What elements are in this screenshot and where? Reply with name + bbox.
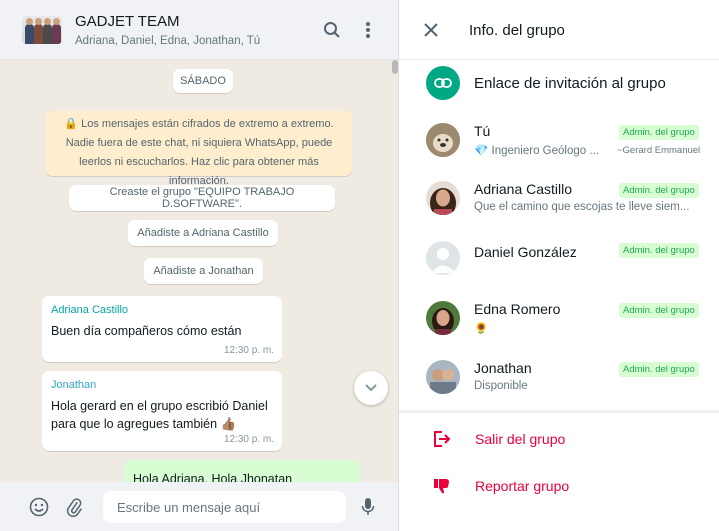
- admin-badge: Admin. del grupo: [619, 125, 699, 140]
- member-row[interactable]: Adriana Castillo Que el camino que escoj…: [399, 181, 719, 239]
- admin-badge: Admin. del grupo: [619, 183, 699, 198]
- close-icon[interactable]: [421, 20, 441, 40]
- member-name: Adriana Castillo: [474, 181, 573, 197]
- group-avatar[interactable]: [22, 16, 62, 44]
- message-list[interactable]: SÁBADO 🔒 Los mensajes están cifrados de …: [0, 60, 398, 482]
- search-icon[interactable]: [320, 18, 344, 42]
- menu-dots-icon[interactable]: [356, 18, 380, 42]
- member-name: Tú: [474, 123, 491, 139]
- member-row[interactable]: Edna Romero 🌻 Admin. del grupo: [399, 301, 719, 359]
- avatar: [426, 181, 460, 215]
- chat-pane: GADJET TEAM Adriana, Daniel, Edna, Jonat…: [0, 0, 398, 531]
- system-message: Creaste el grupo "EQUIPO TRABAJO D.SOFTW…: [69, 185, 335, 211]
- member-status: 💎 Ingeniero Geólogo ...: [474, 145, 599, 157]
- member-name: Jonathan: [474, 360, 532, 376]
- message-bubble[interactable]: Adriana Castillo Buen día compañeros cóm…: [42, 296, 282, 362]
- report-group-button[interactable]: Reportar grupo: [399, 466, 719, 506]
- group-participants: Adriana, Daniel, Edna, Jonathan, Tú: [75, 35, 261, 47]
- admin-badge: Admin. del grupo: [619, 243, 699, 258]
- member-row[interactable]: Jonathan Disponible Admin. del grupo: [399, 360, 719, 418]
- system-message: Añadiste a Jonathan: [144, 258, 263, 284]
- avatar: [426, 123, 460, 157]
- chat-header[interactable]: GADJET TEAM Adriana, Daniel, Edna, Jonat…: [0, 0, 398, 60]
- member-status: Disponible: [474, 380, 528, 392]
- attach-clip-icon[interactable]: [64, 497, 84, 517]
- member-row[interactable]: Daniel González Admin. del grupo: [399, 241, 719, 299]
- message-time: 12:30 p. m.: [223, 434, 274, 445]
- report-group-label: Reportar grupo: [475, 478, 570, 494]
- message-sender[interactable]: Jonathan: [51, 379, 273, 391]
- info-title: Info. del grupo: [469, 22, 565, 39]
- group-info-pane: Info. del grupo Enlace de invitación al …: [398, 0, 719, 531]
- invite-link-label: Enlace de invitación al grupo: [474, 75, 666, 92]
- invite-link-row[interactable]: Enlace de invitación al grupo: [399, 60, 719, 116]
- admin-badge: Admin. del grupo: [619, 303, 699, 318]
- member-pushname: ~Gerard Emmanuel: [617, 145, 701, 156]
- member-row[interactable]: Tú 💎 Ingeniero Geólogo ... Admin. del gr…: [399, 123, 719, 181]
- member-name: Daniel González: [474, 244, 577, 260]
- avatar: [426, 301, 460, 335]
- member-name: Edna Romero: [474, 301, 561, 317]
- scroll-down-button[interactable]: [354, 371, 388, 405]
- day-divider: SÁBADO: [173, 69, 233, 93]
- group-name[interactable]: GADJET TEAM: [75, 13, 179, 30]
- member-status: 🌻: [474, 323, 489, 335]
- info-header: Info. del grupo: [399, 0, 719, 60]
- avatar: [426, 360, 460, 394]
- exit-icon: [432, 429, 452, 449]
- system-message: Añadiste a Adriana Castillo: [128, 220, 278, 246]
- default-avatar-icon: [426, 241, 460, 275]
- composer-bar: [0, 482, 398, 531]
- member-status: Que el camino que escojas te lleve siem.…: [474, 201, 690, 213]
- exit-group-label: Salir del grupo: [475, 431, 566, 447]
- chevron-down-icon: [365, 384, 377, 392]
- message-text: Hola gerard en el grupo escribió Daniel …: [51, 399, 268, 431]
- message-text: Buen día compañeros cómo están: [51, 324, 242, 338]
- group-actions: Salir del grupo Reportar grupo: [399, 413, 719, 531]
- exit-group-button[interactable]: Salir del grupo: [399, 419, 719, 459]
- admin-badge: Admin. del grupo: [619, 362, 699, 377]
- message-input[interactable]: [103, 491, 346, 523]
- message-time: 12:30 p. m.: [223, 345, 274, 356]
- emoji-icon[interactable]: [29, 497, 49, 517]
- message-sender[interactable]: Adriana Castillo: [51, 304, 273, 316]
- thumbs-down-icon: [432, 476, 452, 496]
- outgoing-message[interactable]: Hola Adriana. Hola Jhonatan: [124, 460, 360, 482]
- message-bubble[interactable]: Jonathan Hola gerard en el grupo escribi…: [42, 371, 282, 451]
- link-icon: [426, 66, 460, 100]
- members-panel: Enlace de invitación al grupo Tú 💎 Ingen…: [399, 60, 719, 410]
- encryption-notice[interactable]: 🔒 Los mensajes están cifrados de extremo…: [46, 111, 352, 187]
- microphone-icon[interactable]: [358, 497, 378, 517]
